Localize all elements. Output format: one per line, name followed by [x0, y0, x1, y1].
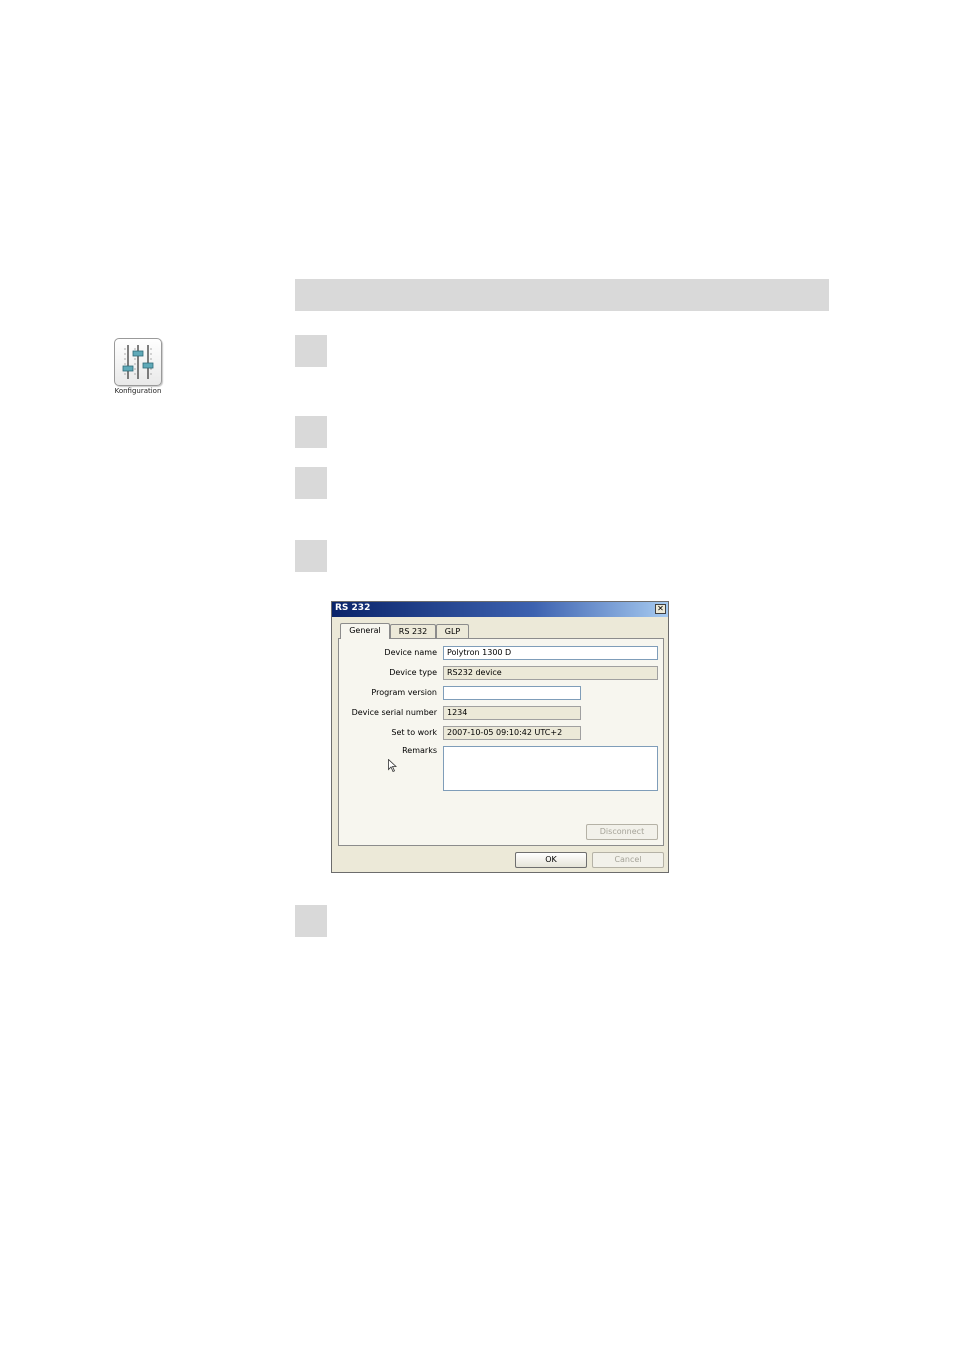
device-name-label: Device name — [384, 648, 437, 657]
tab-glp[interactable]: GLP — [436, 624, 469, 638]
device-serial-number-label: Device serial number — [351, 708, 437, 717]
tab-rs232[interactable]: RS 232 — [390, 624, 436, 638]
sliders-config-icon — [122, 345, 154, 379]
step-marker-4 — [295, 540, 327, 572]
step-marker-2 — [295, 416, 327, 448]
remarks-textarea[interactable] — [443, 746, 658, 791]
general-tab-panel: Device name Device type Program version … — [338, 638, 664, 846]
step-marker-5 — [295, 905, 327, 937]
tab-general[interactable]: General — [340, 623, 390, 639]
close-button[interactable]: ✕ — [655, 604, 666, 614]
remarks-label: Remarks — [402, 746, 437, 755]
mouse-pointer-icon — [388, 759, 397, 772]
device-type-label: Device type — [389, 668, 437, 677]
device-type-field: RS232 device — [443, 666, 658, 680]
set-to-work-label: Set to work — [391, 728, 437, 737]
program-version-label: Program version — [371, 688, 437, 697]
configuration-app-icon[interactable] — [114, 338, 162, 386]
app-icon-label: Konfiguration — [114, 387, 162, 395]
close-icon: ✕ — [657, 604, 664, 613]
rs232-dialog: RS 232 ✕ General RS 232 GLP Device name … — [331, 601, 669, 873]
device-serial-number-field: 1234 — [443, 706, 581, 720]
dialog-title: RS 232 — [335, 603, 371, 613]
cancel-button[interactable]: Cancel — [592, 852, 664, 868]
step-marker-3 — [295, 467, 327, 499]
step-marker-1 — [295, 335, 327, 367]
section-header-bar — [295, 279, 829, 311]
program-version-input[interactable] — [443, 686, 581, 700]
dialog-titlebar[interactable]: RS 232 ✕ — [332, 602, 668, 617]
set-to-work-field: 2007-10-05 09:10:42 UTC+2 — [443, 726, 581, 740]
ok-button[interactable]: OK — [515, 852, 587, 868]
disconnect-button[interactable]: Disconnect — [586, 824, 658, 840]
device-name-input[interactable]: Polytron 1300 D — [443, 646, 658, 660]
